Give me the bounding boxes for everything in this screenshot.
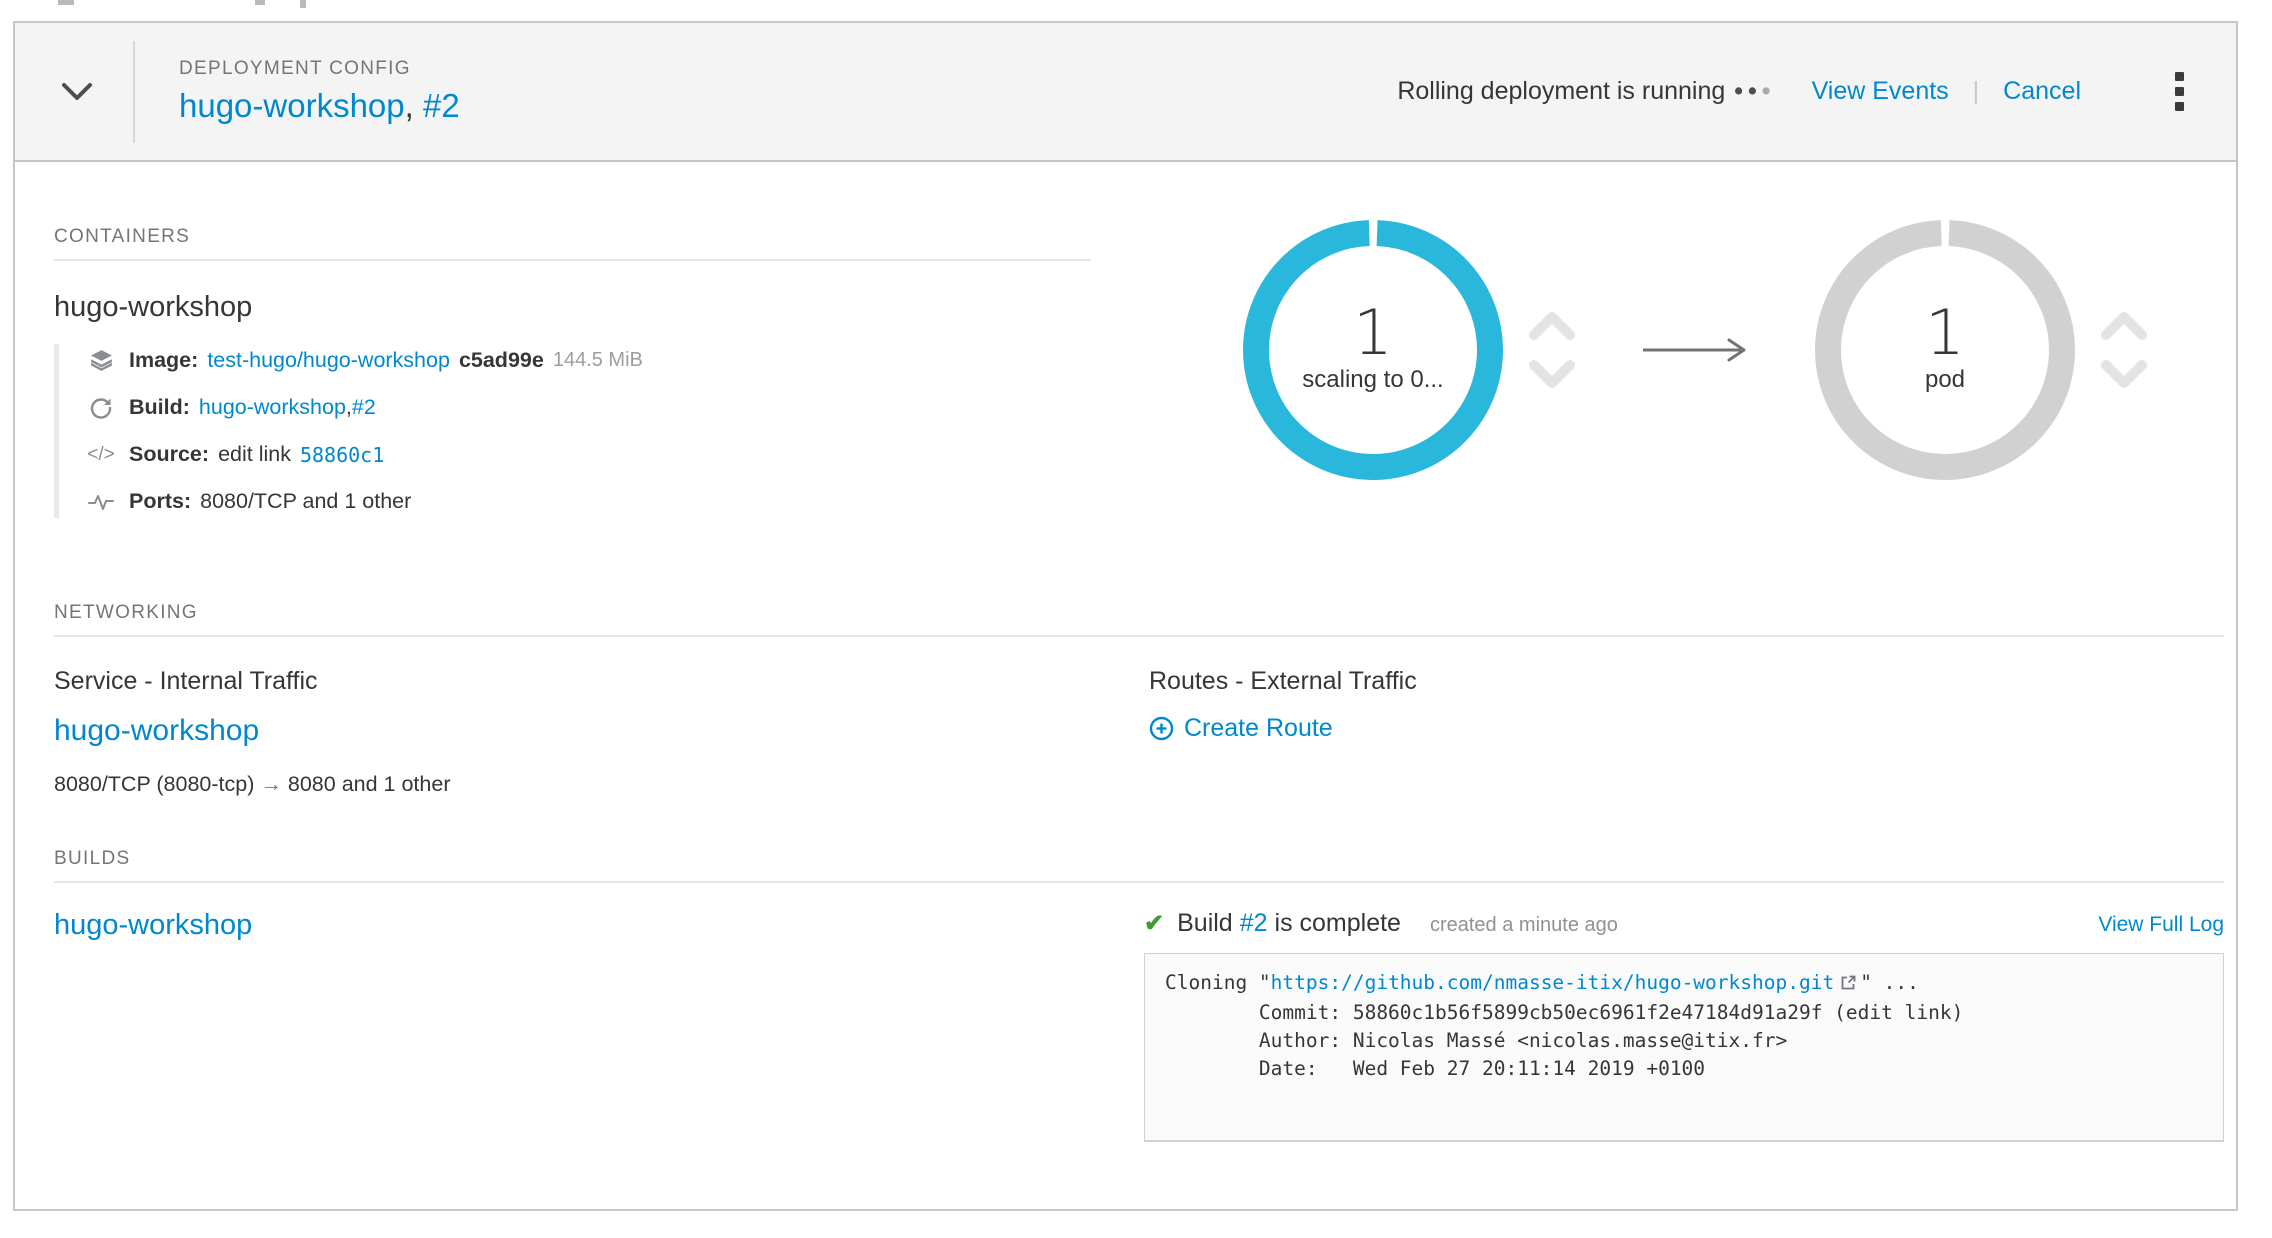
- header-divider: [133, 41, 135, 143]
- builds-section-label: BUILDS: [54, 848, 2224, 883]
- build-status-column: ✔ Build #2 is complete created a minute …: [1144, 909, 2224, 1142]
- image-sha: c5ad99e: [459, 348, 544, 373]
- log-line-commit: Commit: 58860c1b56f5899cb50ec6961f2e4718…: [1165, 999, 2203, 1027]
- page-title: hugo-workshop, #2: [179, 87, 460, 125]
- networking-section: NETWORKING Service - Internal Traffic hu…: [54, 602, 2224, 797]
- ports-label: Ports:: [129, 489, 191, 514]
- image-size: 144.5 MiB: [553, 349, 643, 372]
- build-config-link[interactable]: hugo-workshop: [54, 909, 252, 941]
- build-success-check-icon: ✔: [1144, 909, 1164, 938]
- replica-stepper-target: [2101, 310, 2147, 390]
- service-link[interactable]: hugo-workshop: [54, 714, 259, 748]
- kebab-menu-button[interactable]: [2171, 68, 2188, 115]
- deployment-status-text: Rolling deployment is running: [1397, 77, 1725, 106]
- target-replica-label: pod: [1925, 366, 1965, 394]
- deployment-version-link[interactable]: #2: [423, 87, 460, 124]
- source-row: </> Source: edit link 58860c1: [85, 438, 1091, 471]
- title-separator: ,: [405, 87, 423, 124]
- donut-current-replicas: 1 scaling to 0...: [1243, 220, 1503, 480]
- log-line-author: Author: Nicolas Massé <nicolas.masse@iti…: [1165, 1027, 2203, 1055]
- scale-up-button[interactable]: [2101, 310, 2147, 340]
- containers-section-label: CONTAINERS: [54, 226, 1091, 261]
- build-log: Cloning "https://github.com/nmasse-itix/…: [1144, 953, 2224, 1142]
- header-actions: Rolling deployment is running ••• View E…: [1397, 68, 2188, 115]
- target-replica-count: 1: [1925, 300, 1964, 365]
- scale-down-button[interactable]: [2101, 360, 2147, 390]
- builds-section: BUILDS hugo-workshop ✔ Build #2 is compl…: [54, 848, 2224, 1142]
- port-mapping-arrow-icon: →: [260, 772, 282, 796]
- scale-down-button[interactable]: [1529, 360, 1575, 390]
- service-column: Service - Internal Traffic hugo-workshop…: [54, 667, 1149, 797]
- cancel-deployment-link[interactable]: Cancel: [2003, 77, 2081, 106]
- log-line-clone: Cloning "https://github.com/nmasse-itix/…: [1165, 969, 2203, 999]
- replica-stepper: [1529, 310, 1575, 390]
- action-divider: |: [1973, 77, 1980, 106]
- code-icon: </>: [85, 444, 117, 466]
- plus-circle-icon: [1149, 716, 1174, 741]
- layers-icon: [85, 348, 117, 373]
- image-label: Image:: [129, 348, 198, 373]
- service-ports-line: 8080/TCP (8080-tcp)→8080 and 1 other: [54, 772, 1149, 797]
- pulse-icon: [85, 492, 117, 512]
- git-clone-url-link[interactable]: https://github.com/nmasse-itix/hugo-work…: [1271, 971, 1835, 994]
- deployment-scaling-widget: 1 scaling to 0...: [1243, 220, 2147, 480]
- build-version-link[interactable]: #2: [352, 395, 376, 420]
- deployment-config-panel: DEPLOYMENT CONFIG hugo-workshop, #2 Roll…: [13, 21, 2238, 1211]
- source-commit-link[interactable]: 58860c1: [300, 443, 384, 467]
- containers-section: CONTAINERS hugo-workshop Image: test-hug…: [54, 226, 1091, 518]
- resource-kind-label: DEPLOYMENT CONFIG: [179, 58, 460, 80]
- build-status-post: is complete: [1275, 909, 1401, 938]
- deployment-arrow-icon: [1641, 336, 1751, 364]
- cropped-ui-fragment: [255, 0, 265, 5]
- title-block: DEPLOYMENT CONFIG hugo-workshop, #2: [179, 58, 460, 125]
- ports-row: Ports: 8080/TCP and 1 other: [85, 485, 1091, 518]
- source-text: edit link: [218, 442, 291, 467]
- container-details-list: Image: test-hugo/hugo-workshop c5ad99e 1…: [54, 344, 1091, 518]
- build-label: Build:: [129, 395, 190, 420]
- image-row: Image: test-hugo/hugo-workshop c5ad99e 1…: [85, 344, 1091, 377]
- chevron-down-icon: [61, 82, 93, 102]
- build-row: Build: hugo-workshop, #2: [85, 391, 1091, 424]
- view-events-link[interactable]: View Events: [1812, 77, 1949, 106]
- routes-column: Routes - External Traffic Create Route: [1149, 667, 2224, 797]
- donut-target-replicas: 1 pod: [1815, 220, 2075, 480]
- networking-section-label: NETWORKING: [54, 602, 2224, 637]
- refresh-icon: [85, 396, 117, 420]
- ports-value: 8080/TCP and 1 other: [200, 489, 411, 514]
- current-replica-label: scaling to 0...: [1302, 366, 1443, 394]
- build-link[interactable]: hugo-workshop: [199, 395, 346, 420]
- panel-body: CONTAINERS hugo-workshop Image: test-hug…: [15, 162, 2236, 1209]
- cropped-ui-fragment: [58, 0, 74, 5]
- view-full-log-link[interactable]: View Full Log: [2098, 913, 2224, 937]
- deployment-config-link[interactable]: hugo-workshop: [179, 87, 405, 124]
- image-link[interactable]: test-hugo/hugo-workshop: [207, 348, 450, 373]
- build-config-column: hugo-workshop: [54, 909, 1144, 1142]
- external-link-icon: [1840, 971, 1857, 999]
- current-replica-count: 1: [1353, 300, 1392, 365]
- create-route-link[interactable]: Create Route: [1149, 714, 2224, 743]
- scale-up-button[interactable]: [1529, 310, 1575, 340]
- panel-header: DEPLOYMENT CONFIG hugo-workshop, #2 Roll…: [15, 23, 2236, 162]
- collapse-toggle-button[interactable]: [61, 82, 93, 102]
- build-number-link[interactable]: #2: [1240, 909, 1268, 938]
- build-created-timestamp: created a minute ago: [1430, 914, 1618, 937]
- source-label: Source:: [129, 442, 209, 467]
- routes-heading: Routes - External Traffic: [1149, 667, 2224, 696]
- container-name: hugo-workshop: [54, 291, 1091, 324]
- build-status-pre: Build: [1177, 909, 1233, 938]
- build-status-row: ✔ Build #2 is complete created a minute …: [1144, 909, 2224, 938]
- log-line-date: Date: Wed Feb 27 20:11:14 2019 +0100: [1165, 1055, 2203, 1083]
- loading-dots-icon: •••: [1734, 77, 1775, 106]
- cropped-ui-fragment: [300, 0, 306, 8]
- service-heading: Service - Internal Traffic: [54, 667, 1149, 696]
